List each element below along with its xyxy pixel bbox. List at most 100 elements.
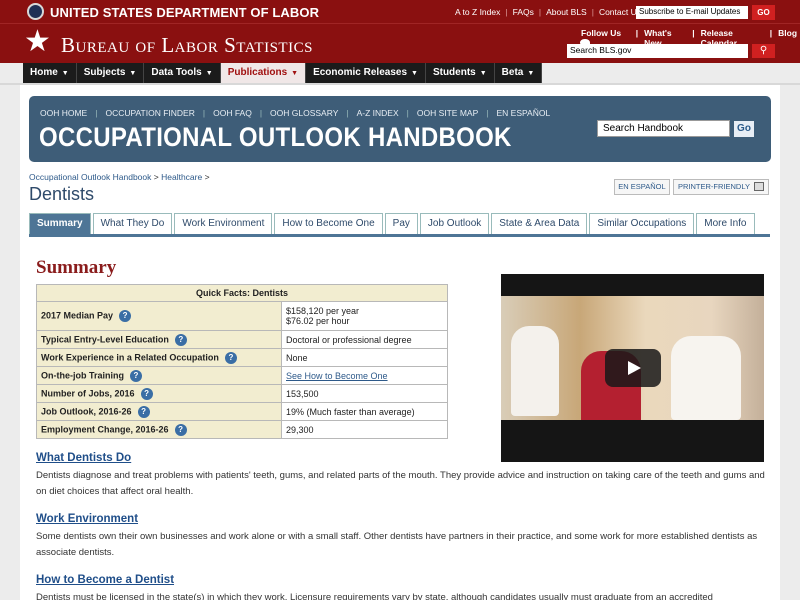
fact-label-text: On-the-job Training — [41, 369, 124, 380]
separator: | — [95, 108, 98, 118]
printer-friendly-button[interactable]: PRINTER-FRIENDLY — [673, 179, 769, 195]
table-row: Number of Jobs, 2016? 153,500 — [36, 384, 448, 403]
play-button[interactable] — [605, 349, 661, 387]
dol-seal-icon[interactable] — [27, 3, 44, 20]
nav-label: Subjects — [83, 67, 126, 78]
ooh-link-site-map[interactable]: OOH SITE MAP — [417, 108, 486, 118]
table-row: Typical Entry-Level Education? Doctoral … — [36, 330, 448, 349]
util-link-faqs[interactable]: FAQs — [508, 7, 539, 17]
tab-state-area-data[interactable]: State & Area Data — [491, 213, 588, 234]
nav-subjects[interactable]: Subjects ▼ — [77, 63, 145, 83]
fact-label: Typical Entry-Level Education? — [36, 330, 282, 349]
ooh-title[interactable]: OCCUPATIONAL OUTLOOK HANDBOOK — [39, 123, 512, 154]
table-row: Quick Facts: Dentists — [36, 284, 448, 302]
fact-label: On-the-job Training? — [36, 366, 282, 385]
help-icon[interactable]: ? — [224, 351, 237, 364]
section-link-what-they-do[interactable]: What Dentists Do — [36, 452, 131, 464]
table-row: Job Outlook, 2016-26? 19% (Much faster t… — [36, 402, 448, 421]
department-title[interactable]: UNITED STATES DEPARTMENT OF LABOR — [50, 5, 319, 20]
separator: | — [486, 108, 489, 118]
separator: | — [406, 108, 409, 118]
tab-work-environment[interactable]: Work Environment — [174, 213, 273, 234]
fact-value: None — [281, 348, 448, 367]
section-text: Dentists must be licensed in the state(s… — [36, 592, 713, 600]
fact-label-text: 2017 Median Pay — [41, 310, 114, 321]
nav-economic-releases[interactable]: Economic Releases ▼ — [306, 63, 426, 83]
nav-publications[interactable]: Publications ▼ — [220, 63, 307, 83]
fact-label: Number of Jobs, 2016? — [36, 384, 282, 403]
fact-value: 19% (Much faster than average) — [281, 402, 448, 421]
ooh-link-glossary[interactable]: OOH GLOSSARY — [270, 108, 346, 118]
quick-facts-title: Quick Facts: Dentists — [36, 284, 448, 302]
util-link-az[interactable]: A to Z Index — [450, 7, 505, 17]
email-go-button[interactable]: GO — [752, 5, 775, 20]
nav-beta[interactable]: Beta ▼ — [495, 63, 543, 83]
nav-label: Economic Releases — [313, 67, 408, 78]
tab-underline — [29, 234, 770, 237]
breadcrumb-item[interactable]: Occupational Outlook Handbook — [29, 172, 151, 182]
table-row: Employment Change, 2016-26? 29,300 — [36, 420, 448, 439]
breadcrumb-separator: > — [153, 172, 159, 182]
fact-value: 29,300 — [281, 420, 448, 439]
help-icon[interactable]: ? — [130, 369, 142, 382]
chevron-down-icon: ▼ — [129, 70, 137, 77]
help-icon[interactable]: ? — [140, 387, 153, 400]
section-link-work-environment[interactable]: Work Environment — [36, 513, 138, 525]
ooh-link-az-index[interactable]: A-Z INDEX — [357, 108, 407, 118]
table-row: On-the-job Training? See How to Become O… — [36, 366, 448, 385]
tab-similar-occupations[interactable]: Similar Occupations — [589, 213, 695, 234]
bls-star-icon[interactable]: ★ — [24, 27, 51, 57]
nav-label: Data Tools — [151, 67, 202, 78]
section-link-how-to-become[interactable]: How to Become a Dentist — [36, 574, 174, 586]
blog-link[interactable]: Blog — [775, 28, 800, 48]
table-row: Work Experience in a Related Occupation?… — [36, 348, 448, 367]
utility-links: A to Z Index | FAQs | About BLS | Contact U… — [450, 7, 646, 17]
nav-data-tools[interactable]: Data Tools ▼ — [144, 63, 221, 83]
breadcrumb-item[interactable]: Healthcare — [161, 172, 202, 182]
tab-summary[interactable]: Summary — [29, 213, 91, 234]
site-search-input[interactable]: Search BLS.gov — [567, 44, 748, 58]
video-figure — [511, 326, 559, 416]
handbook-search-input[interactable]: Search Handbook — [597, 120, 730, 137]
fact-label: Employment Change, 2016-26? — [36, 420, 282, 439]
ooh-link-faq[interactable]: OOH FAQ — [213, 108, 260, 118]
email-updates-input[interactable]: Subscribe to E-mail Updates — [636, 6, 748, 19]
separator: | — [259, 108, 263, 118]
header-divider — [0, 23, 800, 24]
fact-value-text: $76.02 per hour — [286, 316, 350, 326]
handbook-go-button[interactable]: Go — [734, 121, 754, 137]
fact-label-text: Employment Change, 2016-26 — [41, 423, 169, 434]
tab-bar: Summary What They Do Work Environment Ho… — [29, 213, 757, 234]
help-icon[interactable]: ? — [119, 310, 132, 322]
fact-label: 2017 Median Pay? — [36, 301, 282, 331]
tab-more-info[interactable]: More Info — [696, 213, 755, 234]
util-link-about[interactable]: About BLS — [541, 7, 592, 17]
spanish-button[interactable]: EN ESPAÑOL — [614, 179, 670, 195]
summary-heading: Summary — [36, 257, 117, 278]
fact-value: Doctoral or professional degree — [281, 330, 448, 349]
video-player[interactable] — [501, 274, 764, 462]
fact-value: $158,120 per year $76.02 per hour — [281, 301, 448, 331]
nav-home[interactable]: Home ▼ — [23, 63, 77, 83]
site-title[interactable]: Bureau of Labor Statistics — [61, 33, 313, 58]
tab-what-they-do[interactable]: What They Do — [92, 213, 173, 234]
tab-job-outlook[interactable]: Job Outlook — [419, 213, 490, 234]
ooh-link-espanol[interactable]: EN ESPAÑOL — [496, 108, 558, 118]
help-icon[interactable]: ? — [137, 405, 150, 418]
ooh-link-home[interactable]: OOH HOME — [40, 108, 95, 118]
nav-label: Beta — [501, 67, 524, 78]
tab-pay[interactable]: Pay — [384, 213, 418, 234]
tab-how-to-become-one[interactable]: How to Become One — [274, 213, 383, 234]
fact-label-text: Job Outlook, 2016-26 — [41, 405, 132, 416]
search-icon[interactable]: ⚲ — [752, 44, 775, 58]
ooh-link-occupation-finder[interactable]: OCCUPATION FINDER — [105, 108, 202, 118]
follow-label: Follow Us — [581, 28, 622, 38]
fact-label-text: Work Experience in a Related Occupation — [41, 351, 219, 362]
nav-label: Publications — [227, 67, 288, 78]
help-icon[interactable]: ? — [174, 333, 187, 346]
how-to-become-link[interactable]: See How to Become One — [286, 371, 388, 381]
nav-label: Home — [30, 67, 58, 78]
nav-students[interactable]: Students ▼ — [426, 63, 495, 83]
chevron-down-icon: ▼ — [411, 70, 418, 77]
help-icon[interactable]: ? — [174, 423, 187, 436]
